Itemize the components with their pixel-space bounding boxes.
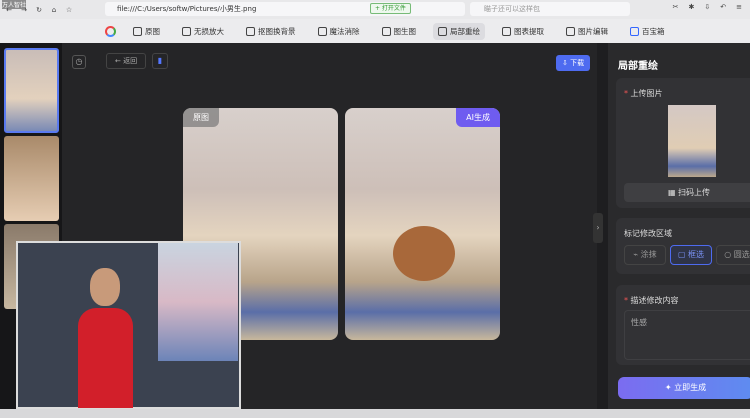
mark-label: 标记修改区域 bbox=[624, 229, 672, 238]
taskbar bbox=[0, 409, 750, 418]
magic-icon bbox=[317, 26, 327, 36]
search-input[interactable]: 瞄子还可以这样包 bbox=[470, 2, 630, 16]
browser-bar: ← → ↻ ⌂ ☆ file:///C:/Users/softw/Picture… bbox=[0, 0, 750, 19]
describe-card: * 描述修改内容 性感 bbox=[616, 285, 750, 365]
image-icon bbox=[133, 26, 142, 36]
inpaint-icon bbox=[438, 26, 447, 36]
upscale-icon bbox=[182, 26, 191, 36]
ai-image: AI生成 bbox=[345, 108, 500, 340]
presenter-head bbox=[90, 268, 120, 306]
mark-option-box[interactable]: ▢ 框选 bbox=[670, 245, 712, 265]
reload-icon[interactable]: ↻ bbox=[33, 6, 45, 14]
ai-tag: AI生成 bbox=[456, 108, 500, 127]
edit-icon bbox=[566, 26, 575, 36]
qr-icon: ▦ bbox=[667, 188, 679, 197]
scissors-icon[interactable]: ✂ bbox=[673, 3, 679, 11]
tool-bar: 原图 无损放大 抠图换背景 魔法消除 图生图 局部重绘 图表提取 图片编辑 百宝… bbox=[0, 19, 750, 43]
open-file-button[interactable]: + 打开文件 bbox=[370, 3, 411, 14]
url-input[interactable]: file:///C:/Users/softw/Pictures/小男生.png bbox=[105, 2, 465, 16]
presenter-video bbox=[16, 241, 241, 409]
uploaded-image[interactable] bbox=[668, 105, 716, 177]
inpaint-panel: 局部重绘 * 上传图片 ▦ 扫码上传 标记修改区域 ⌁ 涂抹 ▢ 框选 ○ 圆选… bbox=[608, 43, 750, 418]
star-icon[interactable]: ☆ bbox=[63, 6, 75, 14]
original-tag: 原图 bbox=[183, 108, 219, 127]
tool-chart-extract[interactable]: 图表提取 bbox=[497, 23, 549, 40]
panel-title: 局部重绘 bbox=[618, 61, 658, 72]
generate-button[interactable]: ✦ 立即生成 bbox=[618, 377, 750, 399]
projected-image bbox=[158, 243, 238, 361]
download-icon[interactable]: ⇩ bbox=[704, 3, 710, 11]
describe-input[interactable]: 性感 bbox=[624, 310, 750, 360]
img2img-icon bbox=[381, 26, 391, 36]
extension-icon[interactable]: ✱ bbox=[689, 3, 695, 11]
undo-icon[interactable]: ↶ bbox=[720, 3, 726, 11]
download-button[interactable]: ⇩ 下载 bbox=[556, 55, 591, 71]
logo-icon bbox=[105, 25, 116, 37]
mark-option-smear[interactable]: ⌁ 涂抹 bbox=[624, 245, 666, 265]
back-button[interactable]: ← 返回 bbox=[106, 53, 147, 69]
describe-label: 描述修改内容 bbox=[630, 296, 679, 305]
sparkle-icon: ✦ bbox=[664, 383, 675, 392]
tool-original[interactable]: 原图 bbox=[128, 23, 165, 40]
compare-icon[interactable]: ▮ bbox=[152, 53, 168, 69]
thumbnail[interactable] bbox=[4, 136, 59, 221]
presenter bbox=[78, 308, 133, 408]
menu-icon[interactable]: ≡ bbox=[736, 3, 742, 11]
grid-icon bbox=[630, 26, 639, 36]
upload-card: * 上传图片 ▦ 扫码上传 bbox=[616, 78, 750, 208]
scan-upload-button[interactable]: ▦ 扫码上传 bbox=[624, 183, 750, 202]
mark-card: 标记修改区域 ⌁ 涂抹 ▢ 框选 ○ 圆选 bbox=[616, 218, 750, 274]
upload-label: 上传图片 bbox=[630, 89, 663, 98]
tool-inpaint[interactable]: 局部重绘 bbox=[433, 22, 485, 40]
collapse-handle[interactable]: › bbox=[593, 213, 603, 243]
watermark: 万人智社 bbox=[2, 0, 27, 9]
tool-img2img[interactable]: 图生图 bbox=[377, 23, 422, 40]
tool-cutout[interactable]: 抠图换背景 bbox=[241, 23, 301, 40]
tool-toolbox[interactable]: 百宝箱 bbox=[625, 23, 670, 40]
history-icon[interactable]: ◷ bbox=[72, 55, 86, 69]
tool-erase[interactable]: 魔法消除 bbox=[313, 23, 365, 40]
home-icon[interactable]: ⌂ bbox=[48, 6, 60, 14]
chart-icon bbox=[502, 26, 511, 36]
thumbnail[interactable] bbox=[4, 48, 59, 133]
tool-upscale[interactable]: 无损放大 bbox=[177, 23, 229, 40]
cutout-icon bbox=[246, 26, 255, 36]
tool-edit[interactable]: 图片编辑 bbox=[561, 23, 613, 40]
mark-option-circle[interactable]: ○ 圆选 bbox=[716, 245, 750, 265]
bear-sticker bbox=[393, 226, 455, 281]
